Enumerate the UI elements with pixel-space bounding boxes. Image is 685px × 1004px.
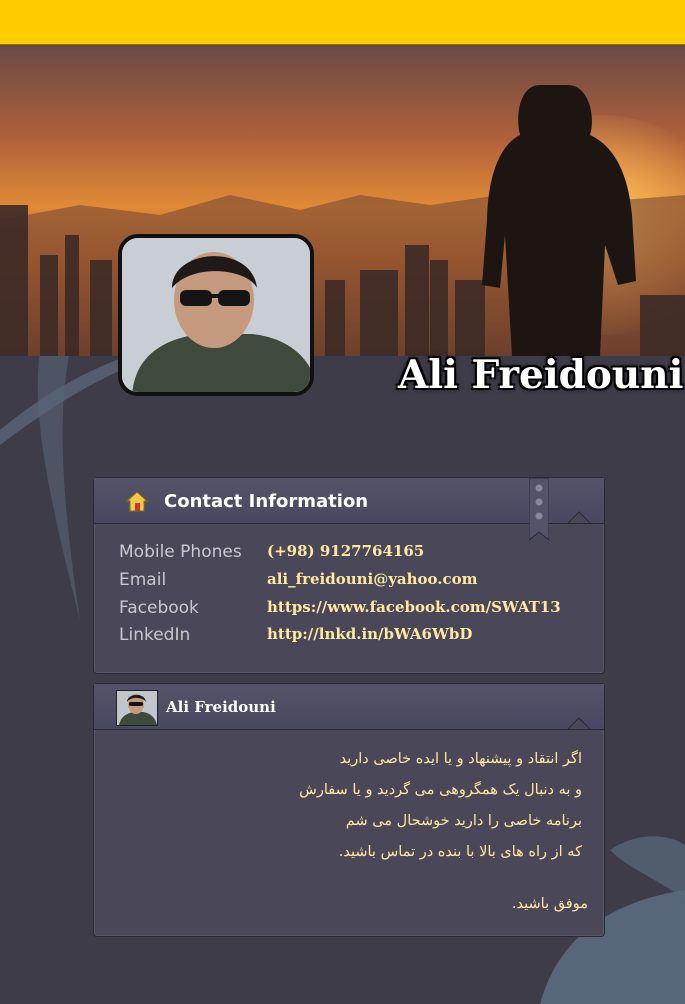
email-link[interactable]: ali_freidouni@yahoo.com <box>267 570 478 588</box>
comment-card-header: Ali Freidouni <box>94 684 604 730</box>
comment-signoff: موفق باشید. <box>511 896 588 912</box>
header-banner <box>0 45 685 356</box>
facebook-link[interactable]: https://www.facebook.com/SWAT13 <box>267 598 561 616</box>
contact-label: LinkedIn <box>119 625 191 645</box>
profile-avatar <box>118 234 314 396</box>
contact-label: Email <box>119 570 167 590</box>
bookmark-icon <box>528 477 550 542</box>
contact-card: Contact Information Mobile Phones (+98) … <box>93 477 605 674</box>
comment-card: Ali Freidouni اگر انتقاد و پیشنهاد و یا … <box>93 683 605 937</box>
home-icon <box>124 488 150 514</box>
contact-row-email: Email ali_freidouni@yahoo.com <box>119 570 599 596</box>
contact-title: Contact Information <box>164 491 369 512</box>
contact-label: Mobile Phones <box>119 542 242 562</box>
profile-name: Ali Freidouni <box>398 352 684 398</box>
author-avatar <box>116 690 158 726</box>
mobile-phone-value: (+98) 9127764165 <box>267 542 425 560</box>
contact-card-header: Contact Information <box>94 478 604 524</box>
contact-row-linkedin: LinkedIn http://lnkd.in/bWA6WbD <box>119 625 599 651</box>
contact-row-facebook: Facebook https://www.facebook.com/SWAT13 <box>119 598 599 624</box>
comment-message: اگر انتقاد و پیشنهاد و یا ایده خاصی داری… <box>299 751 582 860</box>
linkedin-link[interactable]: http://lnkd.in/bWA6WbD <box>267 625 472 643</box>
contact-label: Facebook <box>119 598 199 618</box>
comment-author: Ali Freidouni <box>166 698 276 716</box>
contact-row-mobile: Mobile Phones (+98) 9127764165 <box>119 542 599 568</box>
